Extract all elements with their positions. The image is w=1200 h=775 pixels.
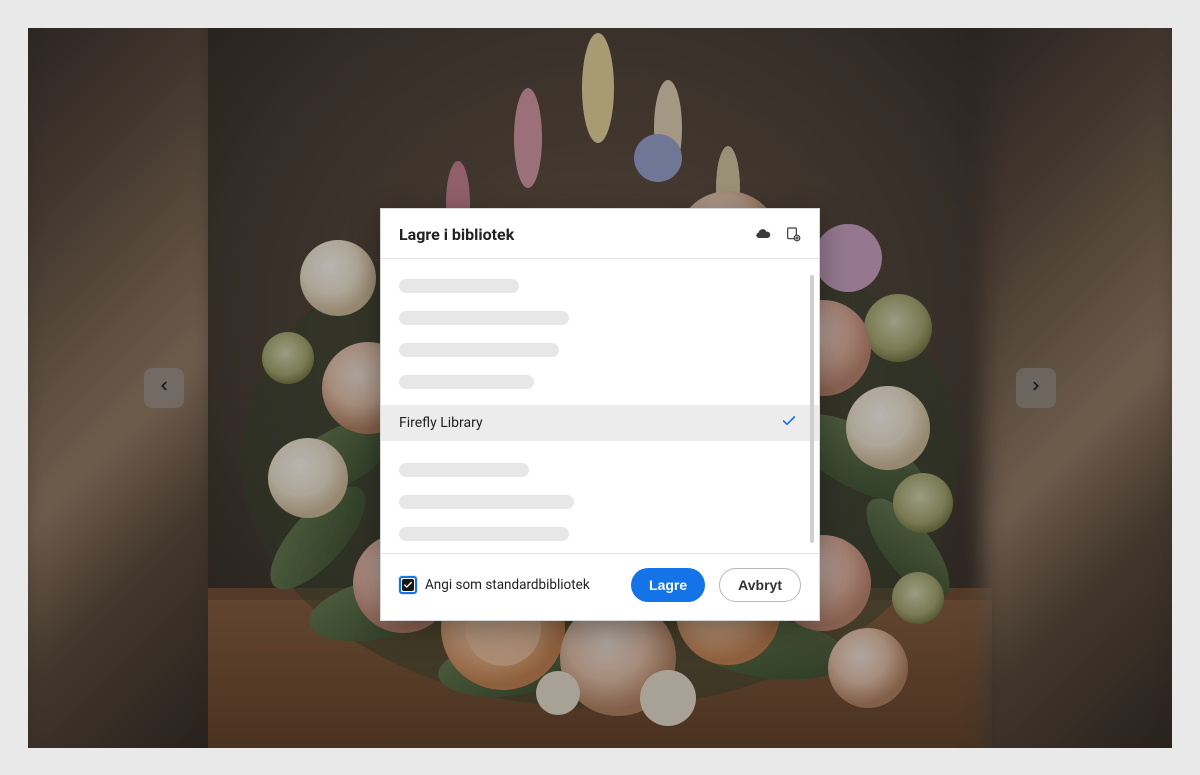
default-library-checkbox[interactable]: Angi som standardbibliotek [399,576,617,594]
library-item-label: Firefly Library [399,415,483,431]
library-item-placeholder[interactable] [399,495,574,509]
check-icon [781,413,797,433]
background-blur-left [28,28,217,748]
chevron-left-icon [157,379,171,396]
save-button[interactable]: Lagre [631,568,705,602]
save-to-library-dialog: Lagre i bibliotek Firefly Library [380,208,820,621]
library-item-placeholder[interactable] [399,463,529,477]
library-item-placeholder[interactable] [399,311,569,325]
library-item-placeholder[interactable] [399,279,519,293]
new-library-icon[interactable] [785,226,801,242]
next-image-button[interactable] [1016,368,1056,408]
cloud-icon[interactable] [755,226,771,242]
library-item-selected[interactable]: Firefly Library [381,405,819,441]
chevron-right-icon [1029,379,1043,396]
dialog-footer: Angi som standardbibliotek Lagre Avbryt [381,553,819,620]
library-list-top [381,271,819,395]
checkbox-label: Angi som standardbibliotek [425,577,590,593]
dialog-body: Firefly Library [381,259,819,553]
library-list-bottom [381,455,819,547]
prev-image-button[interactable] [144,368,184,408]
library-item-placeholder[interactable] [399,343,559,357]
library-item-placeholder[interactable] [399,527,569,541]
library-item-placeholder[interactable] [399,375,534,389]
dialog-title: Lagre i bibliotek [399,225,741,244]
background-blur-right [983,28,1172,748]
scrollbar[interactable] [810,275,814,543]
cancel-button[interactable]: Avbryt [719,568,801,602]
checkbox-icon [399,576,417,594]
dialog-header: Lagre i bibliotek [381,209,819,259]
image-viewer-stage: Lagre i bibliotek Firefly Library [28,28,1172,748]
